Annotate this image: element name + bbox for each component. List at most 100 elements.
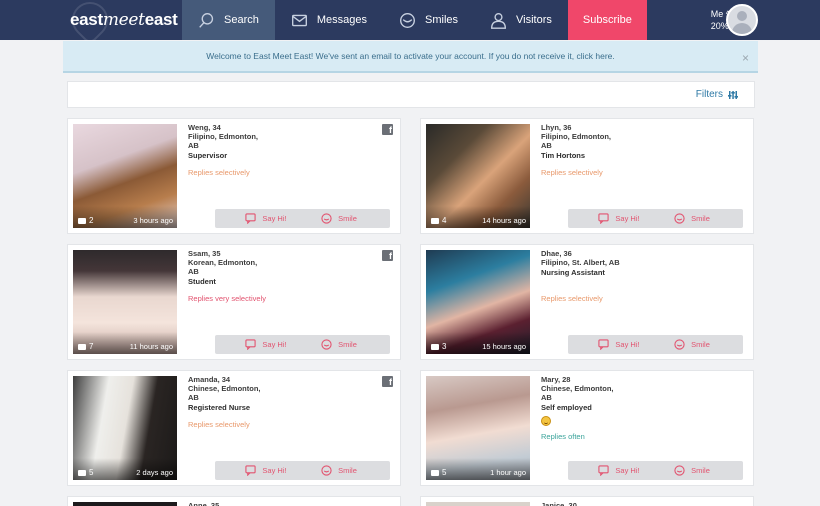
profile-name[interactable]: Ssam, 35 (188, 249, 268, 258)
smile-icon (321, 213, 332, 224)
subscribe-button[interactable]: Subscribe (567, 0, 647, 40)
last-active: 1 hour ago (490, 468, 526, 477)
smile-button[interactable]: Smile (641, 209, 743, 228)
profile-info: Weng, 34 Filipino, Edmonton, AB Supervis… (188, 123, 268, 160)
profile-name[interactable]: Mary, 28 (541, 375, 621, 384)
nav-search-label: Search (224, 14, 259, 26)
smile-label: Smile (691, 466, 710, 475)
smile-icon (674, 213, 685, 224)
nav-messages-label: Messages (316, 14, 367, 26)
reply-rate: Replies selectively (541, 168, 603, 177)
envelope-icon (291, 14, 307, 26)
profile-location: Chinese, Edmonton, AB (188, 384, 261, 402)
smile-button[interactable]: Smile (288, 209, 390, 228)
facebook-icon: f (382, 250, 393, 261)
profile-photo[interactable]: 4 14 hours ago (426, 124, 530, 228)
say-hi-label: Say Hi! (262, 466, 287, 475)
profile-photo[interactable] (73, 502, 177, 506)
nav-search[interactable]: Search (182, 0, 275, 40)
smile-button[interactable]: Smile (288, 335, 390, 354)
camera-icon (431, 343, 439, 350)
profile-info: Ssam, 35 Korean, Edmonton, AB Student (188, 249, 268, 286)
profile-card[interactable]: 5 1 hour ago Mary, 28 Chinese, Edmonton,… (420, 370, 754, 486)
profile-info: Mary, 28 Chinese, Edmonton, AB Self empl… (541, 375, 621, 412)
profile-photo[interactable]: 7 11 hours ago (73, 250, 177, 354)
smile-icon (674, 339, 685, 350)
camera-icon (431, 469, 439, 476)
profile-photo[interactable]: 2 3 hours ago (73, 124, 177, 228)
photo-count-value: 5 (442, 468, 447, 477)
profile-occupation: Tim Hortons (541, 151, 586, 160)
photo-count: 3 (431, 342, 446, 351)
profile-info: Dhae, 36 Filipino, St. Albert, AB Nursin… (541, 249, 621, 277)
chat-icon (245, 339, 257, 350)
smile-icon (674, 465, 685, 476)
photo-count-value: 3 (442, 342, 447, 351)
chat-icon (598, 339, 610, 350)
facebook-icon: f (382, 124, 393, 135)
profile-card[interactable]: 5 2 days ago Amanda, 34 Chinese, Edmonto… (67, 370, 401, 486)
profile-card[interactable]: Anne, 35 (67, 496, 401, 506)
facebook-icon: f (382, 376, 393, 387)
avatar[interactable] (726, 4, 758, 36)
nav-messages[interactable]: Messages (275, 0, 383, 40)
profile-info: Lhyn, 36 Filipino, Edmonton, AB Tim Hort… (541, 123, 621, 160)
camera-icon (78, 343, 86, 350)
last-active: 2 days ago (136, 468, 173, 477)
smile-button[interactable]: Smile (641, 335, 743, 354)
nav-visitors[interactable]: Visitors (474, 0, 568, 40)
profile-name[interactable]: Dhae, 36 (541, 249, 621, 258)
photo-count-value: 4 (442, 216, 447, 225)
smile-label: Smile (691, 214, 710, 223)
reply-rate: Replies selectively (541, 294, 603, 303)
profile-photo[interactable] (426, 502, 530, 506)
activation-banner: Welcome to East Meet East! We've sent an… (63, 41, 758, 73)
nav-smiles[interactable]: Smiles (383, 0, 474, 40)
profile-location: Filipino, St. Albert, AB (541, 258, 620, 267)
reply-rate: Replies very selectively (188, 294, 266, 303)
smile-icon (321, 339, 332, 350)
top-nav: east meet east Search Messages Smiles Visi… (0, 0, 820, 46)
chat-icon (245, 213, 257, 224)
profile-photo[interactable]: 5 1 hour ago (426, 376, 530, 480)
profile-card[interactable]: Janice, 30 (420, 496, 754, 506)
photo-count: 5 (78, 468, 93, 477)
close-icon[interactable]: × (742, 51, 749, 65)
smile-button[interactable]: Smile (641, 461, 743, 480)
filters-label: Filters (695, 89, 723, 100)
chat-icon (598, 213, 610, 224)
profile-photo[interactable]: 5 2 days ago (73, 376, 177, 480)
photo-count-value: 5 (89, 468, 94, 477)
profile-card[interactable]: 7 11 hours ago Ssam, 35 Korean, Edmonton… (67, 244, 401, 360)
profile-name[interactable]: Weng, 34 (188, 123, 268, 132)
profile-occupation: Self employed (541, 403, 592, 412)
profile-card[interactable]: 3 15 hours ago Dhae, 36 Filipino, St. Al… (420, 244, 754, 360)
profile-card[interactable]: 4 14 hours ago Lhyn, 36 Filipino, Edmont… (420, 118, 754, 234)
camera-icon (431, 217, 439, 224)
user-icon (491, 12, 506, 29)
profile-name[interactable]: Lhyn, 36 (541, 123, 621, 132)
say-hi-label: Say Hi! (615, 466, 640, 475)
banner-text[interactable]: Welcome to East Meet East! We've sent an… (206, 51, 615, 61)
profile-occupation: Supervisor (188, 151, 228, 160)
profile-card[interactable]: 2 3 hours ago Weng, 34 Filipino, Edmonto… (67, 118, 401, 234)
filters-button[interactable]: Filters (696, 89, 738, 100)
last-active: 14 hours ago (482, 216, 526, 225)
profile-occupation: Student (188, 277, 216, 286)
sliders-icon (728, 90, 738, 99)
profile-location: Korean, Edmonton, AB (188, 258, 258, 276)
profile-photo[interactable]: 3 15 hours ago (426, 250, 530, 354)
smile-button[interactable]: Smile (288, 461, 390, 480)
profile-name[interactable]: Anne, 35 (188, 501, 219, 506)
smile-label: Smile (338, 214, 357, 223)
reply-rate: Replies selectively (188, 168, 250, 177)
photo-count-value: 7 (89, 342, 94, 351)
profile-name[interactable]: Janice, 30 (541, 501, 577, 506)
profile-name[interactable]: Amanda, 34 (188, 375, 268, 384)
last-active: 3 hours ago (133, 216, 173, 225)
logo[interactable]: east meet east (0, 0, 182, 46)
photo-count: 7 (78, 342, 93, 351)
camera-icon (78, 469, 86, 476)
nav-smiles-label: Smiles (425, 14, 459, 26)
reply-rate: Replies selectively (188, 420, 250, 429)
